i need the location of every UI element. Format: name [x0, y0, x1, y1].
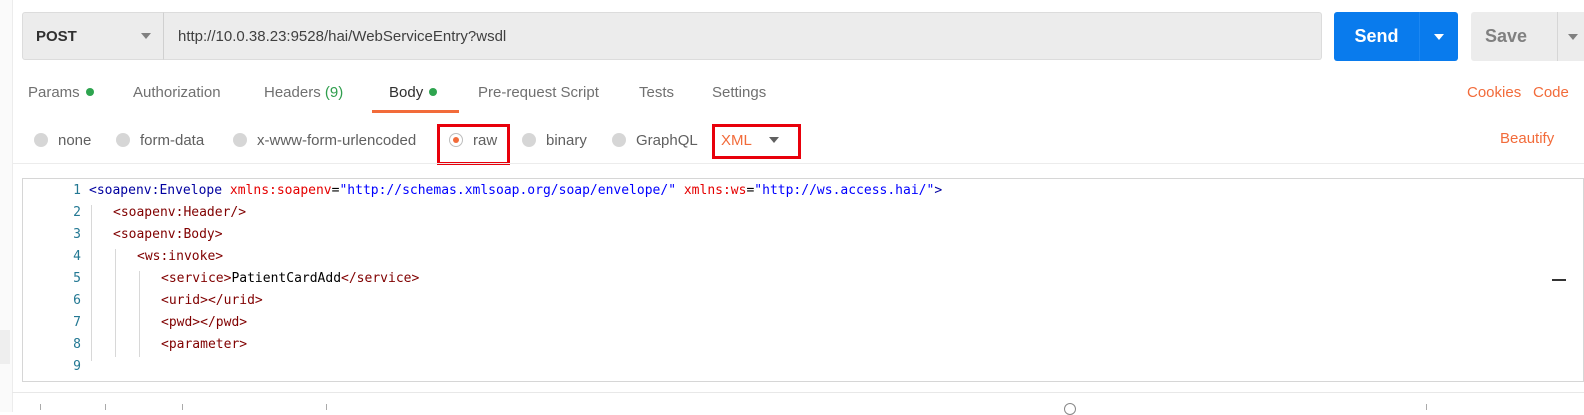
xml-text: PatientCardAdd — [231, 271, 342, 286]
code-line: <service>PatientCardAdd</service> — [161, 271, 419, 286]
radio-label: binary — [546, 131, 587, 149]
overview-ruler-mark — [1552, 279, 1566, 281]
beautify-link[interactable]: Beautify — [1500, 130, 1554, 147]
xml-punct: > — [934, 183, 943, 198]
chevron-down-icon — [141, 33, 151, 39]
code-editor[interactable]: 1 2 3 4 5 6 7 8 9 <soapenv:Envelope xmln… — [22, 178, 1584, 382]
xml-value: "http://schemas.xmlsoap.org/soap/envelop… — [339, 183, 677, 198]
indent-guide — [115, 249, 116, 357]
divider — [12, 392, 1584, 393]
radio-label: none — [58, 131, 92, 149]
send-button[interactable]: Send — [1334, 12, 1458, 61]
xml-tag: <soapenv:Body> — [113, 227, 223, 242]
chevron-down-icon — [1568, 34, 1578, 40]
code-line: <soapenv:Envelope xmlns:soapenv="http://… — [89, 183, 943, 198]
code-line: <parameter> — [161, 337, 247, 352]
headers-count: (9) — [324, 84, 344, 101]
xml-tag: <pwd></pwd> — [161, 315, 248, 330]
line-number: 9 — [73, 359, 81, 374]
tab-params[interactable]: Params — [28, 84, 94, 106]
send-dropdown-button[interactable] — [1420, 12, 1458, 61]
radio-circle-icon — [233, 133, 247, 147]
save-divider — [1557, 12, 1558, 61]
chevron-down-icon — [1434, 34, 1444, 40]
line-number: 1 — [73, 183, 81, 198]
status-dot-icon — [429, 88, 438, 96]
tab-label: Settings — [712, 84, 767, 101]
radio-graphql[interactable]: GraphQL — [612, 130, 698, 150]
sidebar-notch — [0, 330, 10, 364]
divider — [12, 163, 1584, 164]
code-line: <ws:invoke> — [137, 249, 223, 264]
annotation-highlight-raw — [437, 124, 510, 165]
bottom-tick — [182, 404, 183, 410]
active-tab-indicator — [372, 110, 459, 113]
xml-tag: <soapenv:Header/> — [113, 205, 247, 220]
code-line: <soapenv:Header/> — [113, 205, 246, 220]
radio-label: x-www-form-urlencoded — [257, 131, 417, 149]
indent-guide — [139, 271, 140, 357]
line-number: 5 — [73, 271, 81, 286]
radio-form-data[interactable]: form-data — [116, 130, 204, 150]
line-number: 8 — [73, 337, 81, 352]
radio-x-www-form-urlencoded[interactable]: x-www-form-urlencoded — [233, 130, 416, 150]
line-number: 6 — [73, 293, 81, 308]
bottom-tick — [40, 404, 41, 410]
code-line: <urid></urid> — [161, 293, 263, 308]
tab-label: Body — [389, 84, 424, 101]
tab-label: Headers — [264, 84, 321, 101]
tab-label: Pre-request Script — [478, 84, 599, 101]
radio-label: form-data — [140, 131, 205, 149]
line-number: 7 — [73, 315, 81, 330]
method-select[interactable]: POST — [22, 12, 164, 60]
tab-pre-request-script[interactable]: Pre-request Script — [478, 84, 599, 106]
code-link[interactable]: Code — [1533, 84, 1569, 101]
save-label: Save — [1485, 26, 1528, 46]
radio-binary[interactable]: binary — [522, 130, 587, 150]
url-input[interactable] — [163, 12, 1322, 60]
xml-attribute: xmlns:soapenv — [229, 183, 332, 198]
tab-settings[interactable]: Settings — [712, 84, 766, 106]
indent-guide — [91, 205, 92, 361]
tab-label: Authorization — [133, 84, 221, 101]
save-button[interactable]: Save — [1471, 12, 1584, 61]
xml-value: "http://ws.access.hai/" — [754, 183, 935, 198]
xml-tag: </service> — [341, 271, 420, 286]
bottom-tick — [326, 404, 327, 410]
code-line: <pwd></pwd> — [161, 315, 247, 330]
line-number: 4 — [73, 249, 81, 264]
xml-tag: <service> — [161, 271, 232, 286]
cookies-link[interactable]: Cookies — [1467, 84, 1521, 101]
method-label: POST — [36, 27, 77, 45]
bottom-tick — [105, 404, 106, 410]
xml-attribute: xmlns:ws — [683, 183, 747, 198]
radio-label: GraphQL — [636, 131, 698, 149]
radio-circle-icon — [116, 133, 130, 147]
status-dot-icon — [85, 88, 94, 96]
xml-tag: <urid></urid> — [161, 293, 263, 308]
globe-icon — [1064, 403, 1076, 415]
bottom-tick — [1426, 404, 1427, 410]
radio-none[interactable]: none — [34, 130, 91, 150]
xml-tag: <ws:invoke> — [137, 249, 224, 264]
tab-body[interactable]: Body — [389, 84, 438, 106]
left-sidebar-edge — [0, 0, 13, 412]
tab-headers[interactable]: Headers (9) — [264, 84, 343, 106]
send-label: Send — [1354, 26, 1399, 46]
tab-label: Params — [28, 84, 80, 101]
line-number: 3 — [73, 227, 81, 242]
code-line: <soapenv:Body> — [113, 227, 223, 242]
xml-tag: <soapenv:Envelope — [89, 183, 223, 198]
radio-circle-icon — [522, 133, 536, 147]
line-number-gutter: 1 2 3 4 5 6 7 8 9 — [23, 179, 81, 381]
tab-label: Tests — [639, 84, 675, 101]
line-number: 2 — [73, 205, 81, 220]
radio-circle-icon — [612, 133, 626, 147]
tab-authorization[interactable]: Authorization — [133, 84, 221, 106]
radio-circle-icon — [34, 133, 48, 147]
annotation-highlight-language — [712, 124, 801, 159]
xml-tag: <parameter> — [161, 337, 248, 352]
tab-tests[interactable]: Tests — [639, 84, 674, 106]
